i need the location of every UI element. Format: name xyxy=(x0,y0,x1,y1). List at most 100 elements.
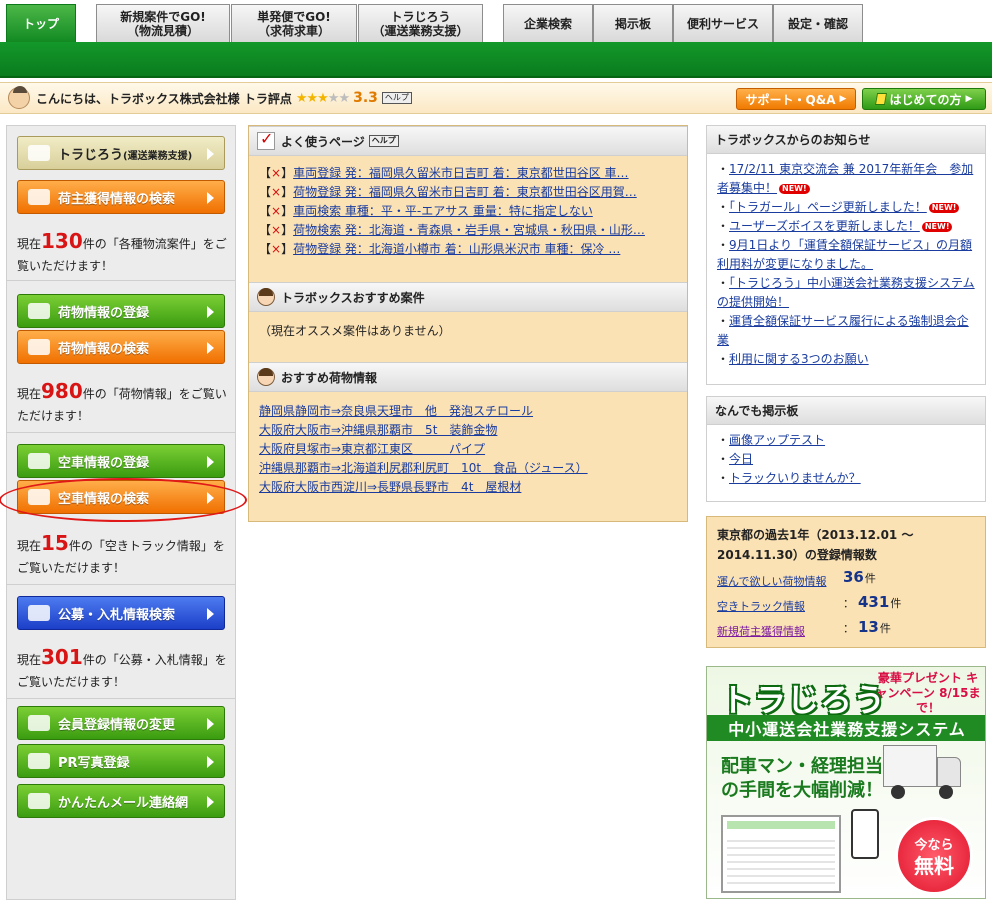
list-item: ・トラックいりませんか？ xyxy=(717,471,861,485)
tab-settings[interactable]: 設定・確認 xyxy=(773,4,863,42)
cargo-recommend-header: おすすめ荷物情報 xyxy=(249,362,687,392)
list-item[interactable]: 静岡県静岡市⇒奈良県天理市 他 発泡スチロール xyxy=(259,402,588,421)
book-icon xyxy=(28,715,50,731)
frequent-help-link[interactable]: ヘルプ xyxy=(368,135,399,147)
list-item: ・利用に関する3つのお願い xyxy=(717,352,869,366)
list-item[interactable]: 大阪府大阪市西淀川⇒長野県長野市 4t 屋根材 xyxy=(259,478,588,497)
board-box: なんでも掲示板 ・画像アップテスト ・今日 ・トラックいりませんか？ xyxy=(706,396,986,502)
list-item: ・9月1日より「運賃全額保証サービス」の月額利用料が変更になりました。 xyxy=(717,238,973,271)
staff-avatar-icon xyxy=(257,368,275,386)
new-badge: NEW! xyxy=(921,221,953,232)
tab-board[interactable]: 掲示板 xyxy=(593,4,673,42)
stats-value-shippers: ： 13件 xyxy=(843,618,891,636)
mail-network-button[interactable]: かんたんメール連絡網 xyxy=(17,784,225,818)
list-item[interactable]: 大阪府貝塚市⇒東京都江東区 パイプ xyxy=(259,440,588,459)
smartphone-icon xyxy=(851,809,879,859)
tab-services[interactable]: 便利サービス xyxy=(673,4,773,42)
list-item: ・17/2/11 東京交流会 兼 2017年新年会 参加者募集中！ NEW! xyxy=(717,162,974,195)
nav-bar xyxy=(0,42,992,78)
list-item: 【×】荷物登録 発：北海道小樽市 着：山形県米沢市 車種：保冷 … xyxy=(259,242,621,256)
tab-new-project[interactable]: 新規案件でGO! （物流見積） xyxy=(96,4,230,42)
board-header: なんでも掲示板 xyxy=(707,397,985,425)
truck-icon xyxy=(883,745,963,803)
stats-heading: 東京都の過去1年（2013.12.01 ～ 2014.11.30）の登録情報数 xyxy=(717,528,914,562)
truck-search-button[interactable]: 空車情報の検索 xyxy=(17,480,225,514)
torajiro-button[interactable]: トラじろう(運送業務支援) xyxy=(17,136,225,170)
divider xyxy=(7,280,235,281)
rating-stars-icon: ★★★★★ xyxy=(295,90,350,106)
stats-label-trucks[interactable]: 空きトラック情報 xyxy=(717,598,805,614)
stats-value-cargo: 36件 xyxy=(843,568,876,586)
divider xyxy=(7,584,235,585)
support-qa-button[interactable]: サポート・Q&A ▶ xyxy=(736,88,856,110)
list-item: 【×】荷物検索 発：北海道・青森県・岩手県・宮城県・秋田県・山形… xyxy=(259,223,645,237)
checkbox-icon xyxy=(257,129,275,150)
remove-icon[interactable]: 【×】 xyxy=(259,223,293,237)
new-badge: NEW! xyxy=(779,183,810,194)
news-list: ・17/2/11 東京交流会 兼 2017年新年会 参加者募集中！ NEW! ・「… xyxy=(707,154,985,369)
arrow-right-icon: ▶ xyxy=(839,94,847,104)
arrow-right-icon xyxy=(207,306,214,318)
arrow-right-icon xyxy=(207,718,214,730)
top-navigation: トップ 新規案件でGO! （物流見積） 単発便でGO! （求荷求車） トラじろう （運… xyxy=(0,0,992,78)
stats-label-cargo[interactable]: 運んで欲しい荷物情報 xyxy=(717,573,826,589)
user-avatar-icon xyxy=(8,86,30,109)
shipper-search-button[interactable]: 荷主獲得情報の検索 xyxy=(17,180,225,214)
recommend-empty-text: （現在オススメ案件はありません） xyxy=(259,324,451,338)
free-badge: 今なら 無料 xyxy=(895,817,973,895)
remove-icon[interactable]: 【×】 xyxy=(259,242,293,256)
arrow-right-icon xyxy=(207,342,214,354)
staff-avatar-icon xyxy=(257,288,275,306)
torajiro-banner[interactable]: トラじろう 豪華プレゼント キャンペーン 8/15まで！ 中小運送会社業務支援シ… xyxy=(706,666,986,899)
list-item[interactable]: 大阪府大阪市⇒沖縄県那覇市 5t 装飾金物 xyxy=(259,421,588,440)
mail-icon xyxy=(28,793,50,809)
shipper-count-text: 現在130件の「各種物流案件」をご覧いただけます！ xyxy=(17,229,227,273)
truck-search-icon xyxy=(28,489,50,505)
tab-single-trip[interactable]: 単発便でGO! （求荷求車） xyxy=(231,4,357,42)
rating-help-link[interactable]: ヘルプ xyxy=(381,92,412,104)
frequent-pages-header: よく使うページ ヘルプ xyxy=(249,126,687,156)
truck-register-button[interactable]: 空車情報の登録 xyxy=(17,444,225,478)
rating-score: 3.3 xyxy=(353,90,378,106)
frequent-pages-list: 【×】車両登録 発：福岡県久留米市日吉町 着：東京都世田谷区 車… 【×】荷物登… xyxy=(259,164,645,259)
tab-torajiro[interactable]: トラじろう （運送業務支援） xyxy=(358,4,483,42)
truck-count-text: 現在15件の「空きトラック情報」をご覧いただけます！ xyxy=(17,531,225,575)
arrow-right-icon xyxy=(207,192,214,204)
document-icon xyxy=(28,605,50,621)
beginners-button[interactable]: はじめての方 ▶ xyxy=(862,88,986,110)
arrow-right-icon xyxy=(207,756,214,768)
cargo-recommend-list: 静岡県静岡市⇒奈良県天理市 他 発泡スチロール 大阪府大阪市⇒沖縄県那覇市 5t… xyxy=(259,402,588,497)
cargo-search-button[interactable]: 荷物情報の検索 xyxy=(17,330,225,364)
list-item: 【×】車両検索 車種：平・平-エアサス 重量：特に指定しない xyxy=(259,204,593,218)
new-badge: NEW! xyxy=(928,202,960,213)
tab-top[interactable]: トップ xyxy=(6,4,76,42)
news-box: トラボックスからのお知らせ ・17/2/11 東京交流会 兼 2017年新年会 … xyxy=(706,125,986,385)
list-item: ・画像アップテスト xyxy=(717,433,826,447)
left-sidebar: トラじろう(運送業務支援) 荷主獲得情報の検索 現在130件の「各種物流案件」を… xyxy=(0,125,247,900)
beginner-mark-icon xyxy=(874,93,887,105)
divider xyxy=(7,432,235,433)
handshake-icon xyxy=(28,189,50,205)
pr-photo-button[interactable]: PR写真登録 xyxy=(17,744,225,778)
arrow-right-icon xyxy=(207,608,214,620)
list-item[interactable]: 沖縄県那覇市⇒北海道利尻郡利尻町 10t 食品（ジュース） xyxy=(259,459,588,478)
banner-promo: 豪華プレゼント キャンペーン 8/15まで！ xyxy=(875,671,981,715)
tender-search-button[interactable]: 公募・入札情報検索 xyxy=(17,596,225,630)
remove-icon[interactable]: 【×】 xyxy=(259,204,293,218)
cargo-count-text: 現在980件の「荷物情報」をご覧いただけます！ xyxy=(17,379,227,423)
member-edit-button[interactable]: 会員登録情報の変更 xyxy=(17,706,225,740)
remove-icon[interactable]: 【×】 xyxy=(259,185,293,199)
greeting-bar: こんにちは、トラボックス株式会社様 トラ評点 ★★★★★ 3.3 ヘルプ サポー… xyxy=(0,82,992,114)
news-header: トラボックスからのお知らせ xyxy=(707,126,985,154)
stats-label-shippers[interactable]: 新規荷主獲得情報 xyxy=(717,623,805,639)
arrow-right-icon xyxy=(207,796,214,808)
arrow-right-icon: ▶ xyxy=(965,94,973,104)
cargo-register-button[interactable]: 荷物情報の登録 xyxy=(17,294,225,328)
remove-icon[interactable]: 【×】 xyxy=(259,166,293,180)
stats-value-trucks: ： 431件 xyxy=(843,593,902,611)
package-icon xyxy=(28,303,50,319)
tender-count-text: 現在301件の「公募・入札情報」をご覧いただけます！ xyxy=(17,645,227,689)
recommend-header: トラボックスおすすめ案件 xyxy=(249,282,687,312)
tab-company-search[interactable]: 企業検索 xyxy=(503,4,593,42)
registration-stats-box: 東京都の過去1年（2013.12.01 ～ 2014.11.30）の登録情報数 … xyxy=(706,516,986,648)
